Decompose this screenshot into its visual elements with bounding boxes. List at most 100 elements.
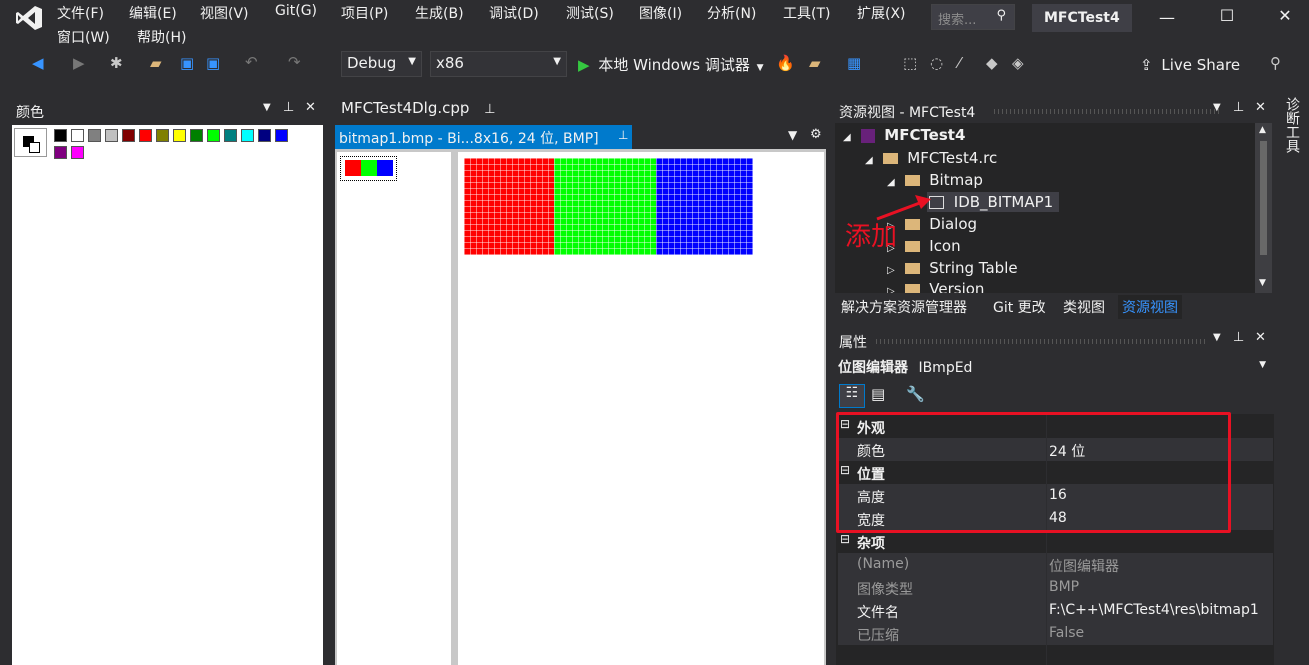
redo-icon[interactable]: ↷ xyxy=(288,53,301,71)
tab-overflow-icon[interactable]: ▼ xyxy=(788,128,797,142)
palette-swatch[interactable] xyxy=(190,129,203,142)
pin-icon[interactable]: ⊥ xyxy=(1233,330,1244,345)
palette-swatch[interactable] xyxy=(241,129,254,142)
image-tool-icon[interactable]: ▦ xyxy=(847,54,861,72)
palette-swatch[interactable] xyxy=(122,129,135,142)
tab-0[interactable]: 解决方案资源管理器 xyxy=(837,295,971,319)
tab-3[interactable]: 资源视图 xyxy=(1118,295,1182,319)
tab-1[interactable]: Git 更改 xyxy=(989,295,1050,319)
close-panel-icon[interactable]: ✕ xyxy=(1255,100,1266,115)
select-rect-icon[interactable]: ⬚ xyxy=(903,54,917,72)
find-in-files-icon[interactable]: ▰ xyxy=(809,54,821,72)
tree-item-icon[interactable]: ▷ Icon xyxy=(887,237,961,255)
menu-item[interactable]: Git(G) xyxy=(275,3,317,19)
property-image-type[interactable]: 图像类型 BMP xyxy=(838,576,1273,599)
diagnostic-tools-tab[interactable]: 诊断工具 xyxy=(1282,97,1302,153)
pin-icon[interactable]: ⊥ xyxy=(283,100,294,115)
bitmap-canvas[interactable] xyxy=(464,158,753,255)
close-panel-icon[interactable]: ✕ xyxy=(1255,330,1266,345)
palette-swatch[interactable] xyxy=(139,129,152,142)
menu-item[interactable]: 项目(P) xyxy=(341,3,388,23)
scroll-down-icon[interactable]: ▼ xyxy=(1259,278,1266,288)
pin-icon[interactable]: ⊥ xyxy=(618,128,628,142)
gear-icon[interactable]: ⚙ xyxy=(810,127,822,142)
property-value[interactable]: F:\C++\MFCTest4\res\bitmap1 xyxy=(1049,602,1259,618)
palette-swatch[interactable] xyxy=(207,129,220,142)
palette-swatch[interactable] xyxy=(105,129,118,142)
fill-icon[interactable]: ◈ xyxy=(1012,54,1024,72)
undo-icon[interactable]: ↶ xyxy=(245,53,258,71)
palette-swatch[interactable] xyxy=(54,129,67,142)
palette-swatch[interactable] xyxy=(54,146,67,159)
property-pages-icon[interactable]: ▤ xyxy=(871,385,885,403)
forward-icon[interactable]: ▶ xyxy=(73,54,85,72)
palette-swatch[interactable] xyxy=(88,129,101,142)
palette-swatch[interactable] xyxy=(224,129,237,142)
tree-item-bitmap[interactable]: ◢ Bitmap xyxy=(887,171,983,189)
tree-item-string-table[interactable]: ▷ String Table xyxy=(887,259,1018,277)
scroll-thumb[interactable] xyxy=(1260,141,1267,255)
property-filename[interactable]: 文件名 F:\C++\MFCTest4\res\bitmap1 xyxy=(838,599,1273,622)
palette-swatch[interactable] xyxy=(258,129,271,142)
eyedropper-icon[interactable]: ⁄ xyxy=(958,54,961,72)
back-icon[interactable]: ◀ xyxy=(32,54,44,72)
pin-icon[interactable]: ⊥ xyxy=(484,102,495,117)
menu-item[interactable]: 工具(T) xyxy=(783,3,830,23)
preview-bitmap[interactable] xyxy=(340,156,397,181)
wrench-icon[interactable]: 🔧 xyxy=(906,385,925,403)
platform-select[interactable]: x86 ▼ xyxy=(430,51,567,77)
current-colors-box[interactable] xyxy=(14,128,47,157)
chevron-down-icon[interactable]: ▼ xyxy=(263,102,271,113)
open-folder-icon[interactable]: ▰ xyxy=(150,54,162,72)
object-selector[interactable]: 位图编辑器 IBmpEd ▼ xyxy=(838,357,1272,379)
close-panel-icon[interactable]: ✕ xyxy=(305,100,316,115)
property-name[interactable]: (Name) 位图编辑器 xyxy=(838,553,1273,576)
tree-item-root[interactable]: ◢ MFCTest4 xyxy=(843,126,965,144)
save-all-icon[interactable]: ▣ xyxy=(206,54,220,72)
eraser-icon[interactable]: ◆ xyxy=(986,54,998,72)
menu-item[interactable]: 窗口(W) xyxy=(57,27,110,47)
tree-item-version[interactable]: ▷ Version xyxy=(887,280,984,293)
menu-item[interactable]: 编辑(E) xyxy=(129,3,177,23)
save-icon[interactable]: ▣ xyxy=(180,54,194,72)
palette-swatch[interactable] xyxy=(275,129,288,142)
pin-icon[interactable]: ⊥ xyxy=(1233,100,1244,115)
property-compressed[interactable]: 已压缩 False xyxy=(838,622,1273,645)
menu-item[interactable]: 图像(I) xyxy=(639,3,682,23)
side-tab-label: 诊断工具 xyxy=(1284,97,1300,153)
minimize-button[interactable]: — xyxy=(1152,8,1182,27)
lasso-icon[interactable]: ◌ xyxy=(930,54,943,72)
tab-bitmap1[interactable]: bitmap1.bmp - Bi...8x16, 24 位, BMP] ⊥ xyxy=(335,125,632,149)
new-item-icon[interactable]: ✱ xyxy=(110,54,123,72)
chevron-down-icon[interactable]: ▼ xyxy=(1213,102,1221,113)
menu-item[interactable]: 分析(N) xyxy=(707,3,756,23)
tree-item-rc[interactable]: ◢ MFCTest4.rc xyxy=(865,149,997,167)
tree-item-idb-bitmap1[interactable]: IDB_BITMAP1 xyxy=(927,192,1060,212)
menu-item[interactable]: 视图(V) xyxy=(200,3,249,23)
menu-item[interactable]: 帮助(H) xyxy=(137,27,186,47)
feedback-icon[interactable]: ⚲ xyxy=(1270,54,1281,72)
palette-swatch[interactable] xyxy=(71,129,84,142)
palette-swatch[interactable] xyxy=(156,129,169,142)
palette-swatch[interactable] xyxy=(71,146,84,159)
tab-2[interactable]: 类视图 xyxy=(1059,295,1109,319)
menu-item[interactable]: 文件(F) xyxy=(57,3,104,23)
live-share-button[interactable]: ⇪ Live Share xyxy=(1140,56,1240,74)
maximize-button[interactable]: ☐ xyxy=(1212,6,1242,25)
config-select[interactable]: Debug ▼ xyxy=(341,51,422,77)
menu-item[interactable]: 测试(S) xyxy=(566,3,614,23)
category-misc[interactable]: ⊟ 杂项 xyxy=(838,530,1273,553)
menu-item[interactable]: 调试(D) xyxy=(489,3,539,23)
palette-swatch[interactable] xyxy=(173,129,186,142)
close-window-button[interactable]: ✕ xyxy=(1270,6,1300,25)
menu-item[interactable]: 生成(B) xyxy=(415,3,464,23)
menu-item[interactable]: 扩展(X) xyxy=(857,3,906,23)
scroll-up-icon[interactable]: ▲ xyxy=(1259,125,1266,135)
tree-scrollbar[interactable]: ▲ ▼ xyxy=(1255,123,1272,293)
chevron-down-icon[interactable]: ▼ xyxy=(1213,332,1221,343)
search-input[interactable]: 搜索... ⚲ xyxy=(931,4,1015,30)
tab-mfctest4dlg[interactable]: MFCTest4Dlg.cpp ⊥ xyxy=(336,99,496,121)
categorized-view-button[interactable]: ☷ xyxy=(839,384,865,408)
start-debug-button[interactable]: ▶ 本地 Windows 调试器 ▼ xyxy=(578,54,764,75)
hot-reload-icon[interactable]: 🔥 xyxy=(776,54,795,72)
